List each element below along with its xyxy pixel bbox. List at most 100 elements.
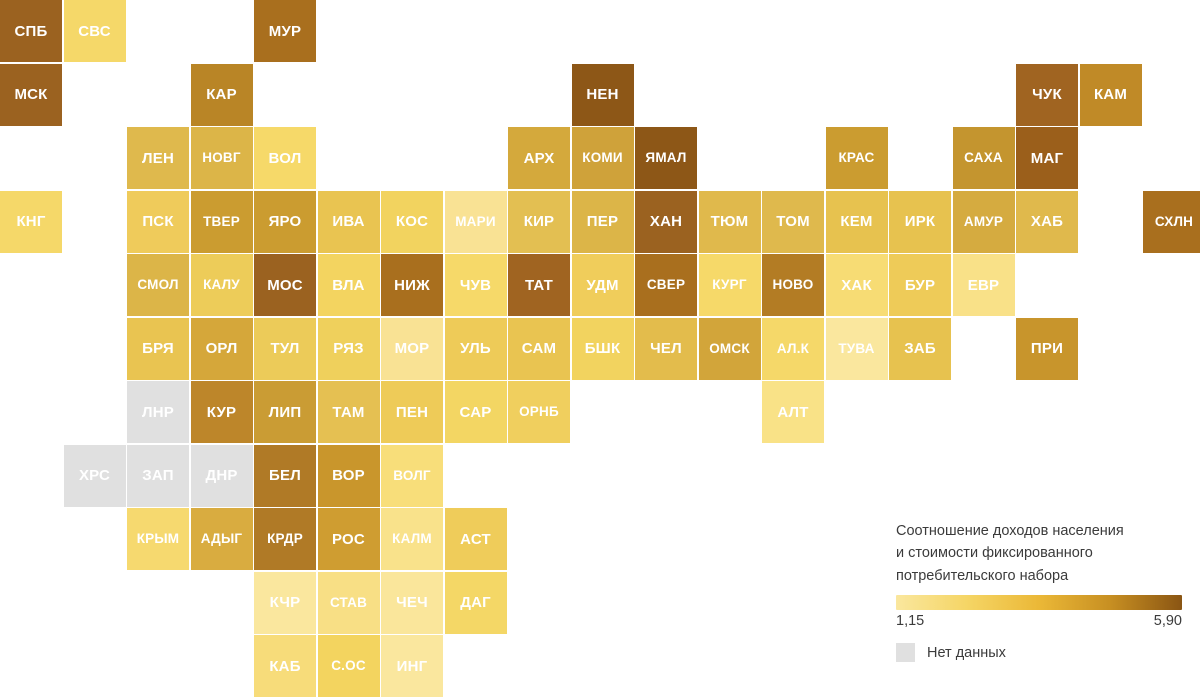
region-tile-label: МСК [14, 86, 48, 103]
region-tile-ТУЛ[interactable]: ТУЛ [254, 317, 316, 380]
region-tile-ХАБ[interactable]: ХАБ [1016, 190, 1078, 253]
region-tile-КАМ[interactable]: КАМ [1079, 63, 1142, 126]
region-tile-ОМСК[interactable]: ОМСК [698, 317, 761, 380]
region-tile-РЯЗ[interactable]: РЯЗ [317, 317, 380, 380]
region-tile-ЧЕЛ[interactable]: ЧЕЛ [635, 317, 697, 380]
region-tile-ИРК[interactable]: ИРК [889, 190, 951, 253]
region-tile-НОВГ[interactable]: НОВГ [190, 127, 253, 189]
region-tile-АЛ.К[interactable]: АЛ.К [762, 317, 824, 380]
region-tile-ХАК[interactable]: ХАК [825, 254, 888, 316]
region-tile-ЛЕН[interactable]: ЛЕН [127, 127, 189, 189]
region-tile-label: СПБ [14, 22, 48, 40]
region-tile-ХРС[interactable]: ХРС [63, 444, 126, 507]
region-tile-МСК[interactable]: МСК [0, 63, 62, 126]
region-tile-ЗАП[interactable]: ЗАП [127, 444, 189, 507]
region-tile-ЧУВ[interactable]: ЧУВ [444, 254, 507, 316]
region-tile-МОР[interactable]: МОР [381, 317, 443, 380]
region-tile-ЛНР[interactable]: ЛНР [127, 381, 189, 443]
region-tile-ПЕН[interactable]: ПЕН [381, 381, 443, 443]
region-tile-label: ОРЛ [205, 340, 238, 357]
region-tile-НЕН[interactable]: НЕН [571, 63, 634, 126]
region-tile-МУР[interactable]: МУР [254, 0, 316, 62]
region-tile-ВОР[interactable]: ВОР [317, 444, 380, 507]
region-tile-ИВА[interactable]: ИВА [317, 190, 380, 253]
region-tile-СТАВ[interactable]: СТАВ [317, 571, 380, 634]
region-tile-ТЮМ[interactable]: ТЮМ [698, 190, 761, 253]
region-tile-ДАГ[interactable]: ДАГ [444, 571, 507, 634]
region-tile-МОС[interactable]: МОС [254, 254, 316, 316]
region-tile-НИЖ[interactable]: НИЖ [381, 254, 443, 316]
region-tile-СПБ[interactable]: СПБ [0, 0, 62, 62]
region-tile-ЧЕЧ[interactable]: ЧЕЧ [381, 571, 443, 634]
region-tile-ЧУК[interactable]: ЧУК [1016, 63, 1078, 126]
region-tile-ПРИ[interactable]: ПРИ [1016, 317, 1078, 380]
region-tile-label: СМОЛ [137, 277, 179, 293]
region-tile-ВОЛГ[interactable]: ВОЛГ [381, 444, 443, 507]
region-tile-САР[interactable]: САР [444, 381, 507, 443]
region-tile-ПСК[interactable]: ПСК [127, 190, 189, 253]
region-tile-АРХ[interactable]: АРХ [508, 127, 570, 189]
region-tile-СХЛН[interactable]: СХЛН [1143, 190, 1200, 253]
region-tile-УЛЬ[interactable]: УЛЬ [444, 317, 507, 380]
region-tile-КУР[interactable]: КУР [190, 381, 253, 443]
region-tile-ВОЛ[interactable]: ВОЛ [254, 127, 316, 189]
region-tile-НОВО[interactable]: НОВО [762, 254, 824, 316]
region-tile-КАБ[interactable]: КАБ [254, 635, 316, 697]
region-tile-БРЯ[interactable]: БРЯ [127, 317, 189, 380]
region-tile-label: МАГ [1030, 149, 1064, 167]
region-tile-ТАТ[interactable]: ТАТ [508, 254, 570, 316]
region-tile-label: ТВЕР [203, 213, 240, 229]
region-tile-СВС[interactable]: СВС [63, 0, 126, 62]
region-tile-СВЕР[interactable]: СВЕР [635, 254, 697, 316]
region-tile-САМ[interactable]: САМ [508, 317, 570, 380]
region-tile-label: ЛИП [268, 403, 302, 421]
region-tile-КРАС[interactable]: КРАС [825, 127, 888, 189]
region-tile-КРДР[interactable]: КРДР [254, 508, 316, 570]
region-tile-АДЫГ[interactable]: АДЫГ [190, 508, 253, 570]
region-tile-ВЛА[interactable]: ВЛА [317, 254, 380, 316]
region-tile-label: РЯЗ [333, 340, 364, 357]
region-tile-АСТ[interactable]: АСТ [444, 508, 507, 570]
region-tile-КРЫМ[interactable]: КРЫМ [127, 508, 189, 570]
region-tile-ОРЛ[interactable]: ОРЛ [190, 317, 253, 380]
region-tile-С.ОС[interactable]: С.ОС [317, 635, 380, 697]
region-tile-БЕЛ[interactable]: БЕЛ [254, 444, 316, 507]
region-tile-СМОЛ[interactable]: СМОЛ [127, 254, 189, 316]
region-tile-САХА[interactable]: САХА [952, 127, 1015, 189]
region-tile-ИНГ[interactable]: ИНГ [381, 635, 443, 697]
region-tile-КАЛМ[interactable]: КАЛМ [381, 508, 443, 570]
region-tile-КНГ[interactable]: КНГ [0, 190, 62, 253]
region-tile-ХАН[interactable]: ХАН [635, 190, 697, 253]
region-tile-label: НОВО [772, 277, 814, 293]
region-tile-МАРИ[interactable]: МАРИ [444, 190, 507, 253]
region-tile-КАЛУ[interactable]: КАЛУ [190, 254, 253, 316]
region-tile-РОС[interactable]: РОС [317, 508, 380, 570]
region-tile-КУРГ[interactable]: КУРГ [698, 254, 761, 316]
region-tile-БУР[interactable]: БУР [889, 254, 951, 316]
region-tile-ЯМАЛ[interactable]: ЯМАЛ [635, 127, 697, 189]
region-tile-ОРНБ[interactable]: ОРНБ [508, 381, 570, 443]
region-tile-ЗАБ[interactable]: ЗАБ [889, 317, 951, 380]
region-tile-label: ТАМ [332, 403, 365, 421]
region-tile-КОМИ[interactable]: КОМИ [571, 127, 634, 189]
region-tile-ЕВР[interactable]: ЕВР [952, 254, 1015, 316]
region-tile-ПЕР[interactable]: ПЕР [571, 190, 634, 253]
region-tile-КЕМ[interactable]: КЕМ [825, 190, 888, 253]
region-tile-КОС[interactable]: КОС [381, 190, 443, 253]
region-tile-ТВЕР[interactable]: ТВЕР [190, 190, 253, 253]
region-tile-ЯРО[interactable]: ЯРО [254, 190, 316, 253]
region-tile-БШК[interactable]: БШК [571, 317, 634, 380]
region-tile-МАГ[interactable]: МАГ [1016, 127, 1078, 189]
region-tile-ТУВА[interactable]: ТУВА [825, 317, 888, 380]
region-tile-ТАМ[interactable]: ТАМ [317, 381, 380, 443]
region-tile-АЛТ[interactable]: АЛТ [762, 381, 824, 443]
region-tile-ЛИП[interactable]: ЛИП [254, 381, 316, 443]
region-tile-label: ЛНР [142, 403, 174, 421]
region-tile-КАР[interactable]: КАР [190, 63, 253, 126]
region-tile-ТОМ[interactable]: ТОМ [762, 190, 824, 253]
region-tile-УДМ[interactable]: УДМ [571, 254, 634, 316]
region-tile-КЧР[interactable]: КЧР [254, 571, 316, 634]
region-tile-ДНР[interactable]: ДНР [190, 444, 253, 507]
region-tile-КИР[interactable]: КИР [508, 190, 570, 253]
region-tile-АМУР[interactable]: АМУР [952, 190, 1015, 253]
